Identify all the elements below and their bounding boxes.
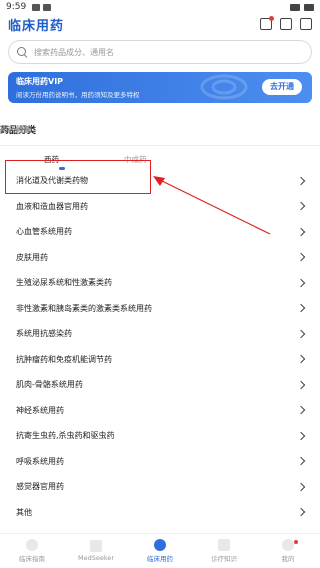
list-item-label: 抗肿瘤药和免疫机能调节药 bbox=[16, 354, 112, 364]
list-item[interactable]: 神经系统用药 bbox=[0, 398, 320, 424]
calendar-icon[interactable] bbox=[260, 16, 274, 30]
bottom-navigation: 临床指南 MedSeeker 临床用药 诊疗知识 我的 bbox=[0, 533, 320, 568]
main-tabs: 药品分类 用药须知 用药经验 用药问答 bbox=[0, 119, 320, 139]
chevron-right-icon bbox=[296, 227, 306, 236]
nav-medseeker[interactable]: MedSeeker bbox=[64, 534, 128, 568]
tabs-divider bbox=[0, 145, 320, 146]
list-item[interactable]: 抗肿瘤药和免疫机能调节药 bbox=[0, 347, 320, 373]
nav-label: 临床指南 bbox=[19, 555, 45, 563]
chevron-right-icon bbox=[296, 176, 306, 185]
list-item-label: 其他 bbox=[16, 507, 32, 517]
scan-icon[interactable] bbox=[300, 18, 312, 30]
list-item[interactable]: 肌肉-骨骼系统用药 bbox=[0, 372, 320, 398]
list-item-label: 神经系统用药 bbox=[16, 405, 64, 415]
list-item[interactable]: 心血管系统用药 bbox=[0, 219, 320, 245]
nav-label: 诊疗知识 bbox=[211, 555, 237, 563]
nav-diagnosis-knowledge[interactable]: 诊疗知识 bbox=[192, 534, 256, 568]
chevron-right-icon bbox=[296, 380, 306, 389]
list-item[interactable]: 感觉器官用药 bbox=[0, 474, 320, 500]
guide-icon bbox=[26, 539, 38, 551]
list-item-label: 感觉器官用药 bbox=[16, 482, 64, 492]
nav-me[interactable]: 我的 bbox=[256, 534, 320, 568]
chevron-right-icon bbox=[296, 278, 306, 287]
list-item[interactable]: 其他 bbox=[0, 500, 320, 526]
status-bar: 9:59 bbox=[0, 0, 320, 14]
list-item-label: 皮肤用药 bbox=[16, 252, 48, 262]
chevron-right-icon bbox=[296, 329, 306, 338]
open-vip-button[interactable]: 去开通 bbox=[262, 79, 302, 95]
chevron-right-icon bbox=[296, 355, 306, 364]
list-item[interactable]: 皮肤用药 bbox=[0, 245, 320, 271]
pill-icon bbox=[154, 539, 166, 551]
message-icon[interactable] bbox=[280, 18, 292, 30]
ai-icon bbox=[90, 540, 102, 552]
list-item[interactable]: 非性激素和胰岛素类的激素类系统用药 bbox=[0, 296, 320, 322]
app-bar: 临床用药 bbox=[0, 14, 320, 34]
book-icon bbox=[218, 539, 230, 551]
chevron-right-icon bbox=[296, 482, 306, 491]
annotation-highlight-box bbox=[5, 160, 151, 194]
list-item[interactable]: 生殖泌尿系统和性激素类药 bbox=[0, 270, 320, 296]
nav-clinical-guide[interactable]: 临床指南 bbox=[0, 534, 64, 568]
list-item[interactable]: 系统用抗感染药 bbox=[0, 321, 320, 347]
list-item-label: 生殖泌尿系统和性激素类药 bbox=[16, 278, 112, 288]
search-icon bbox=[17, 46, 28, 58]
list-item-label: 抗寄生虫药,杀虫药和驱虫药 bbox=[16, 431, 115, 441]
list-item-label: 血液和造血器官用药 bbox=[16, 201, 88, 211]
profile-icon bbox=[282, 539, 294, 551]
vip-banner[interactable]: 临床用药VIP 阅读万份用药说明书，用药须知及更多特权 去开通 bbox=[8, 72, 312, 103]
chevron-right-icon bbox=[296, 508, 306, 517]
banner-subtitle: 阅读万份用药说明书，用药须知及更多特权 bbox=[16, 91, 140, 99]
chevron-right-icon bbox=[296, 431, 306, 440]
status-time: 9:59 bbox=[6, 2, 27, 12]
list-item-label: 系统用抗感染药 bbox=[16, 329, 72, 339]
nav-label: 我的 bbox=[281, 555, 295, 563]
chevron-right-icon bbox=[296, 457, 306, 466]
status-notification-icons bbox=[32, 3, 52, 11]
banner-title: 临床用药VIP bbox=[16, 77, 64, 86]
list-item[interactable]: 呼吸系统用药 bbox=[0, 449, 320, 475]
chevron-right-icon bbox=[296, 304, 306, 313]
chevron-right-icon bbox=[296, 202, 306, 211]
list-item-label: 非性激素和胰岛素类的激素类系统用药 bbox=[16, 303, 152, 313]
chevron-right-icon bbox=[296, 253, 306, 262]
app-title: 临床用药 bbox=[8, 18, 65, 34]
list-item-label: 心血管系统用药 bbox=[16, 227, 72, 237]
list-item[interactable]: 血液和造血器官用药 bbox=[0, 194, 320, 220]
search-input[interactable]: 搜索药品成分、通用名 bbox=[8, 40, 312, 64]
status-system-icons bbox=[290, 3, 314, 11]
category-list: 消化道及代谢类药物 血液和造血器官用药 心血管系统用药 皮肤用药 生殖泌尿系统和… bbox=[0, 168, 320, 525]
nav-clinical-medication[interactable]: 临床用药 bbox=[128, 534, 192, 568]
nav-label: MedSeeker bbox=[77, 554, 115, 562]
list-item-label: 呼吸系统用药 bbox=[16, 456, 64, 466]
nav-label: 临床用药 bbox=[147, 555, 173, 563]
search-placeholder: 搜索药品成分、通用名 bbox=[34, 47, 114, 57]
tab-medication-qa[interactable]: 用药问答 bbox=[0, 124, 32, 135]
list-item[interactable]: 抗寄生虫药,杀虫药和驱虫药 bbox=[0, 423, 320, 449]
list-item-label: 肌肉-骨骼系统用药 bbox=[16, 380, 83, 390]
chevron-right-icon bbox=[296, 406, 306, 415]
notification-dot bbox=[294, 540, 298, 544]
